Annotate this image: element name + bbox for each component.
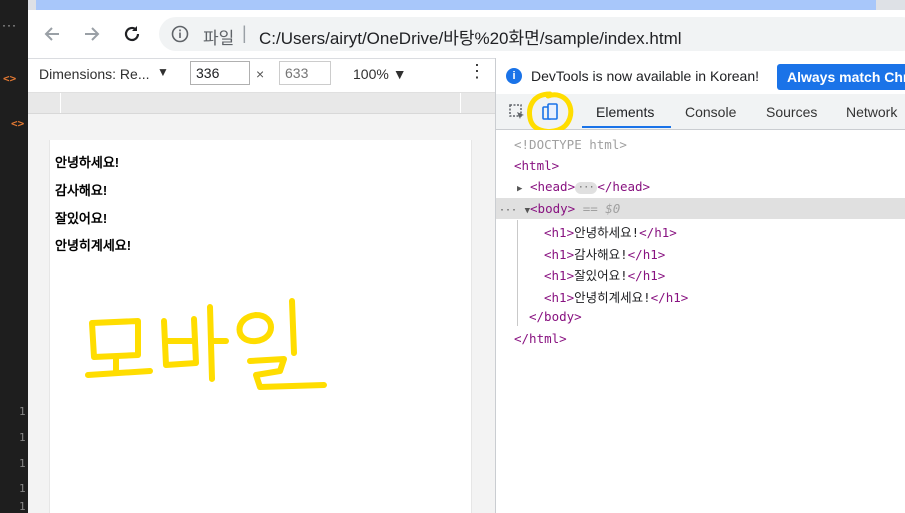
ruler-mark	[460, 93, 461, 113]
browser-toolbar: 파일 | C:/Users/airyt/OneDrive/바탕%20화면/sam…	[28, 10, 905, 59]
reload-icon[interactable]	[118, 20, 146, 48]
tab-elements[interactable]: Elements	[596, 104, 654, 120]
more-dots-icon[interactable]: ···	[499, 205, 517, 216]
viewport-ruler	[28, 93, 495, 114]
h1-node[interactable]: <h1>안녕히계세요!</h1>	[544, 287, 688, 306]
line-number: 1	[19, 482, 26, 495]
zoom-dropdown[interactable]: 100% ▼	[353, 66, 407, 82]
active-tab-indicator	[582, 126, 671, 128]
line-number: 1	[19, 431, 26, 444]
tree-guide-line	[517, 220, 518, 326]
url-text[interactable]: C:/Users/airyt/OneDrive/바탕%20화면/sample/i…	[259, 24, 682, 49]
back-icon[interactable]	[38, 20, 66, 48]
width-input[interactable]	[190, 61, 250, 85]
tab-sources[interactable]: Sources	[766, 104, 817, 120]
expand-icon[interactable]: ▶	[517, 184, 522, 194]
tab-console[interactable]: Console	[685, 104, 736, 120]
scheme-label: 파일	[203, 29, 235, 48]
omnibox-separator: |	[242, 23, 247, 43]
devtools-infobar: i DevTools is now available in Korean! A…	[496, 58, 905, 94]
forward-icon[interactable]	[78, 20, 106, 48]
html-close-node[interactable]: </html>	[514, 331, 567, 346]
always-match-button[interactable]: Always match Chrome	[777, 64, 905, 90]
line-number: 1	[19, 500, 26, 513]
infobar-message: DevTools is now available in Korean!	[531, 68, 760, 84]
heading-2: 감사해요!	[55, 183, 108, 198]
dimensions-dropdown[interactable]: Dimensions: Re...	[39, 66, 149, 82]
doctype-node[interactable]: <!DOCTYPE html>	[514, 137, 627, 152]
h1-node[interactable]: <h1>잘있어요!</h1>	[544, 265, 665, 284]
site-info-icon[interactable]	[171, 25, 189, 43]
more-dots-icon[interactable]: ···	[2, 18, 17, 32]
tab-network[interactable]: Network	[846, 104, 897, 120]
line-number: 1	[19, 405, 26, 418]
h1-node[interactable]: <h1>감사해요!</h1>	[544, 244, 665, 263]
editor-sidebar: ··· <> <> 1 1 1 1 1	[0, 0, 28, 513]
elements-tree: <!DOCTYPE html> <html> ▶ <head> ··· </head…	[496, 130, 905, 513]
chevron-down-icon[interactable]: ▼	[157, 65, 169, 79]
info-icon: i	[506, 68, 522, 84]
tab-strip	[28, 0, 905, 10]
h1-node[interactable]: <h1>안녕하세요!</h1>	[544, 222, 677, 241]
body-node[interactable]: ··· ▼<body> == $0	[499, 201, 620, 216]
selected-marker: == $0	[582, 201, 621, 216]
heading-4: 안녕히계세요!	[55, 238, 132, 253]
html-file-icon: <>	[11, 117, 25, 130]
times-sign: ×	[256, 66, 265, 82]
height-input[interactable]	[279, 61, 331, 85]
html-node[interactable]: <html>	[514, 158, 559, 173]
active-tab[interactable]	[36, 0, 876, 10]
html-file-icon: <>	[3, 72, 17, 85]
device-toolbar: Dimensions: Re... ▼ × 100% ▼ ⋮	[28, 59, 495, 93]
ruler-mark	[60, 93, 61, 113]
line-number: 1	[19, 457, 26, 470]
heading-3: 잘있어요!	[55, 211, 108, 226]
collapsed-ellipsis[interactable]: ···	[575, 181, 598, 194]
handwritten-annotation	[85, 298, 327, 390]
body-close-node[interactable]: </body>	[529, 309, 582, 324]
address-bar[interactable]: 파일 | C:/Users/airyt/OneDrive/바탕%20화면/sam…	[159, 17, 905, 51]
head-node[interactable]: ▶ <head> ··· </head>	[517, 179, 650, 194]
heading-1: 안녕하세요!	[55, 155, 120, 170]
more-vertical-icon[interactable]: ⋮	[468, 62, 486, 80]
zoom-label: 100%	[353, 66, 389, 82]
